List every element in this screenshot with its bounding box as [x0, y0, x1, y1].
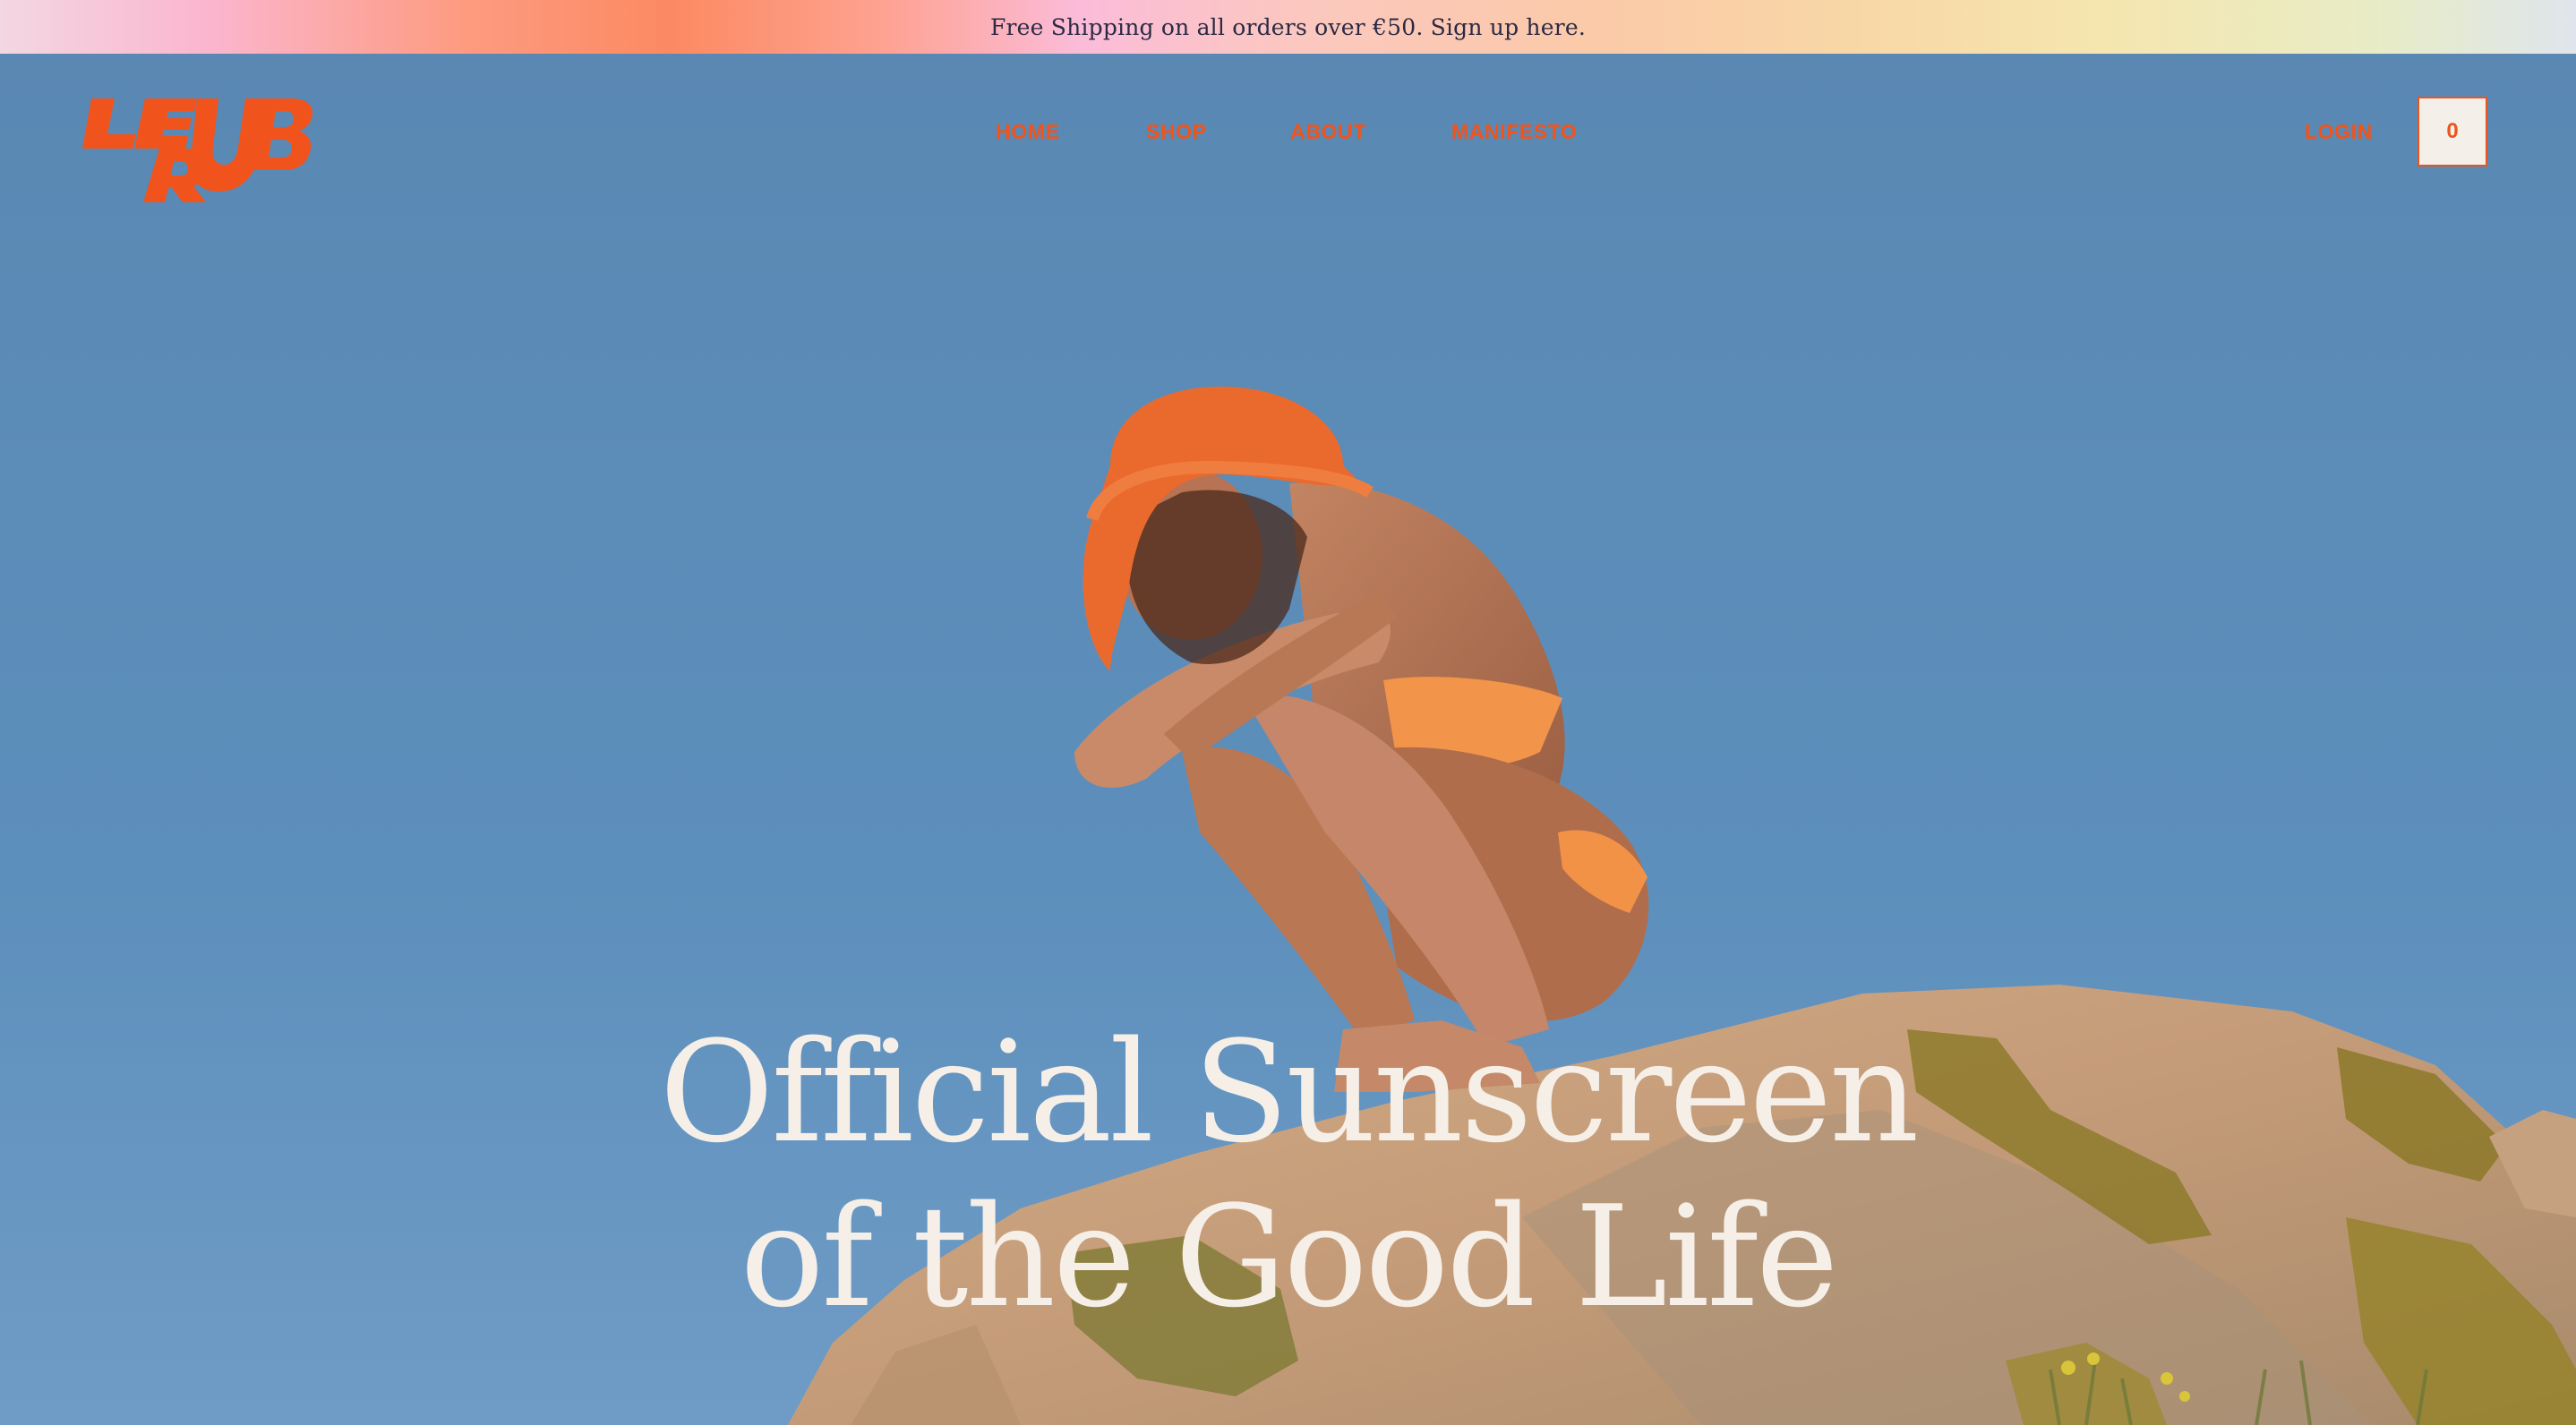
cart-button[interactable]: 0 — [2418, 97, 2487, 166]
hero-headline-line-1: Official Sunscreen — [659, 1011, 1920, 1173]
nav-manifesto-link[interactable]: MANIFESTO — [1451, 120, 1577, 144]
nav-about-link[interactable]: ABOUT — [1290, 120, 1366, 144]
nav-shop-link[interactable]: SHOP — [1146, 120, 1207, 144]
hero-headline: Official Sunscreen of the Good Life — [0, 1010, 2576, 1339]
announcement-bar[interactable]: Free Shipping on all orders over €50. Si… — [0, 0, 2576, 54]
nav-home-link[interactable]: HOME — [996, 120, 1059, 144]
hero-headline-line-2: of the Good Life — [740, 1175, 1839, 1338]
announcement-text[interactable]: Free Shipping on all orders over €50. Si… — [990, 14, 1586, 40]
cart-count: 0 — [2446, 119, 2459, 143]
site-header: HOME SHOP ABOUT MANIFESTO LOGIN 0 — [0, 54, 2576, 210]
main-nav: HOME SHOP ABOUT MANIFESTO LOGIN — [0, 54, 2576, 210]
login-link[interactable]: LOGIN — [2305, 120, 2373, 144]
